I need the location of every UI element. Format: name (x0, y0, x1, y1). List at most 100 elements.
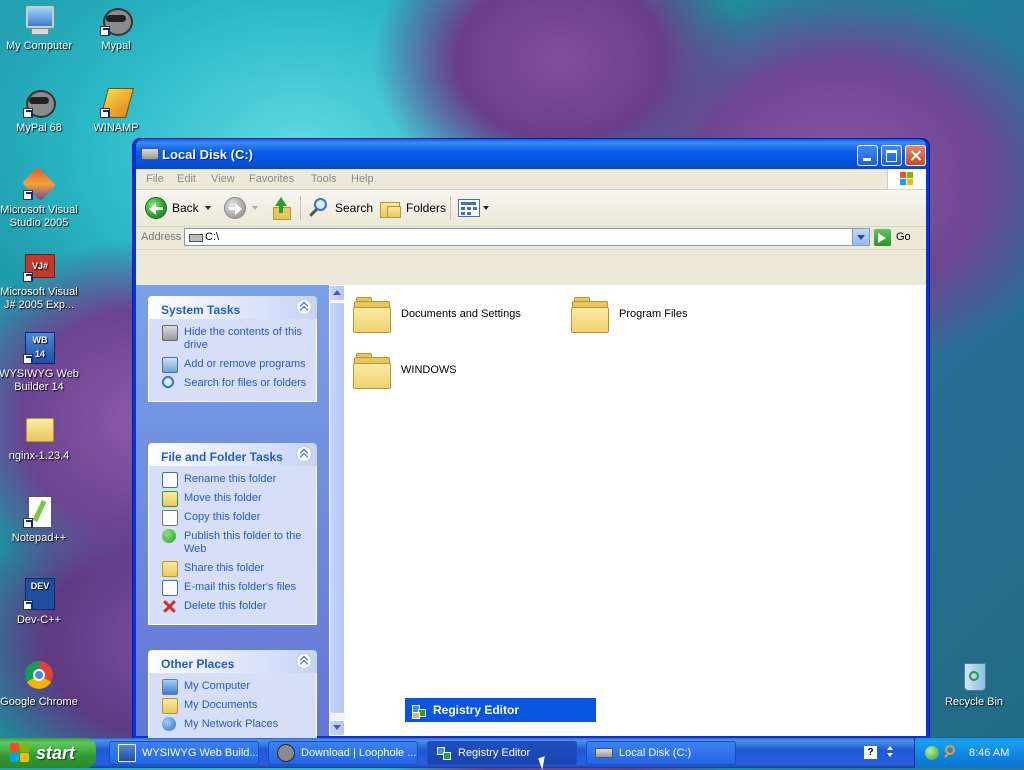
desktop-icon-wysiwyg[interactable]: WB 14 WYSIWYG Web Builder 14 (0, 332, 79, 394)
menu-favorites[interactable]: Favorites (249, 173, 294, 185)
collapse-tray-arrows-icon[interactable] (885, 746, 895, 758)
registry-editor-popup[interactable]: Registry Editor (405, 698, 596, 722)
network-tray-icon[interactable] (925, 746, 939, 760)
taskbar-item-local-disk[interactable]: Local Disk (C:) (586, 741, 736, 765)
collapse-chevron-icon[interactable] (296, 446, 312, 462)
menu-tools[interactable]: Tools (311, 173, 337, 185)
taskbar-item-mypal-download[interactable]: Download | Loophole ... (268, 741, 418, 765)
collapse-chevron-icon[interactable] (296, 653, 312, 669)
scroll-down-button[interactable] (329, 720, 345, 736)
menu-help[interactable]: Help (351, 173, 374, 185)
folders-button[interactable]: Folders (379, 196, 446, 220)
place-my-network-places[interactable]: My Network Places (149, 717, 316, 732)
desktop-icon-google-chrome[interactable]: Google Chrome (0, 660, 79, 709)
chrome-icon (23, 660, 55, 692)
file-folder-tasks-header[interactable]: File and Folder Tasks (148, 443, 317, 466)
back-button[interactable]: Back (145, 196, 211, 220)
search-button[interactable]: Search (308, 196, 373, 220)
dev-cpp-icon: DEV (23, 578, 55, 610)
task-delete-folder[interactable]: Delete this folder (149, 599, 316, 614)
task-add-remove-programs[interactable]: Add or remove programs (149, 357, 316, 373)
publish-web-icon (162, 529, 176, 543)
taskbar-item-registry-editor[interactable]: Registry Editor (427, 741, 577, 765)
visual-jsharp-icon: VJ# (23, 250, 55, 282)
menu-view[interactable]: View (211, 173, 235, 185)
maximize-button[interactable] (881, 145, 902, 166)
title-bar[interactable]: Local Disk (C:) (136, 139, 926, 169)
task-copy-folder[interactable]: Copy this folder (149, 510, 316, 526)
start-button[interactable]: start (0, 738, 96, 768)
explorer-window[interactable]: Local Disk (C:) File Edit View Favorites… (133, 139, 929, 743)
close-button[interactable] (905, 145, 926, 166)
task-move-folder[interactable]: Move this folder (149, 491, 316, 507)
toolbar-separator (450, 196, 451, 220)
computer-icon (162, 679, 178, 695)
views-button[interactable] (458, 196, 489, 220)
scroll-up-button[interactable] (329, 285, 345, 301)
folder-item[interactable]: WINDOWS (353, 353, 457, 389)
up-arrow-icon (271, 197, 291, 220)
taskbar-item-wysiwyg[interactable]: WYSIWYG Web Build... (109, 741, 259, 765)
go-arrow-icon (874, 228, 891, 246)
collapse-chevron-icon[interactable] (296, 299, 312, 315)
drive-icon (141, 148, 159, 160)
up-folder-button[interactable] (271, 196, 291, 220)
address-dropdown-button[interactable] (852, 229, 869, 245)
desktop-icon-visual-jsharp[interactable]: VJ# Microsoft Visual J# 2005 Exp... (0, 250, 79, 312)
delete-x-icon (162, 599, 176, 613)
menu-file[interactable]: File (146, 173, 164, 185)
folder-item[interactable]: Program Files (571, 297, 687, 333)
toolbar-separator (300, 196, 301, 220)
task-search-files[interactable]: Search for files or folders (149, 376, 316, 391)
raccoon-icon (100, 4, 133, 36)
task-publish-folder-web[interactable]: Publish this folder to the Web (149, 529, 316, 557)
desktop-icon-recycle-bin[interactable]: Recycle Bin (934, 660, 1014, 709)
explorer-content: System Tasks Hide the contents of this d… (136, 285, 926, 743)
desktop-icon-dev-cpp[interactable]: DEV Dev-C++ (0, 578, 79, 627)
place-my-computer[interactable]: My Computer (149, 679, 316, 695)
clock[interactable]: 8:46 AM (969, 747, 1009, 759)
go-button[interactable]: Go (874, 228, 911, 246)
chevron-down-icon (252, 206, 258, 210)
desktop-icon-mypal-68[interactable]: MyPal 68 (0, 86, 79, 135)
winamp-lightning-icon (99, 86, 135, 118)
chevron-down-icon[interactable] (483, 206, 489, 210)
task-share-folder[interactable]: Share this folder (149, 561, 316, 577)
task-hide-drive-contents[interactable]: Hide the contents of this drive (149, 325, 316, 353)
address-value: C:\ (205, 231, 220, 243)
file-folder-tasks-panel: File and Folder Tasks Rename this folder… (148, 443, 317, 625)
task-email-folder-files[interactable]: E-mail this folder's files (149, 580, 316, 596)
minimize-button[interactable] (857, 145, 878, 166)
other-places-header[interactable]: Other Places (148, 650, 317, 673)
place-my-documents[interactable]: My Documents (149, 698, 316, 714)
windows-logo (887, 169, 926, 189)
scroll-thumb[interactable] (329, 302, 345, 714)
menu-edit[interactable]: Edit (177, 173, 196, 185)
desktop-icon-my-computer[interactable]: My Computer (0, 4, 79, 53)
windows-flag-icon (10, 743, 30, 763)
add-remove-programs-icon (162, 357, 178, 373)
address-bar: Address C:\ Go (136, 227, 926, 250)
desktop-icon-notepadpp[interactable]: Notepad++ (0, 496, 79, 545)
help-question-icon[interactable]: ? (864, 746, 877, 759)
system-tray: 8:46 AM (914, 738, 1024, 768)
address-label: Address (141, 231, 182, 243)
visual-studio-icon (22, 167, 56, 201)
desktop-icon-mypal[interactable]: Mypal (76, 4, 156, 53)
folder-item[interactable]: Documents and Settings (353, 297, 521, 333)
folder-icon (353, 353, 391, 389)
menu-bar: File Edit View Favorites Tools Help (136, 169, 926, 190)
desktop-icon-visual-studio[interactable]: Microsoft Visual Studio 2005 (0, 167, 79, 230)
vertical-scrollbar[interactable] (329, 285, 345, 736)
system-tasks-header[interactable]: System Tasks (148, 296, 317, 319)
email-icon (162, 580, 178, 596)
folder-icon (23, 414, 55, 446)
task-rename-folder[interactable]: Rename this folder (149, 472, 316, 488)
views-icon (458, 199, 480, 217)
computer-icon (23, 4, 55, 36)
desktop-icon-winamp[interactable]: WINAMP (76, 86, 156, 135)
chevron-down-icon[interactable] (204, 206, 211, 210)
desktop-icon-nginx[interactable]: nginx-1.23.4 (0, 414, 79, 463)
forward-button[interactable] (224, 196, 258, 220)
address-input[interactable]: C:\ (184, 228, 870, 246)
